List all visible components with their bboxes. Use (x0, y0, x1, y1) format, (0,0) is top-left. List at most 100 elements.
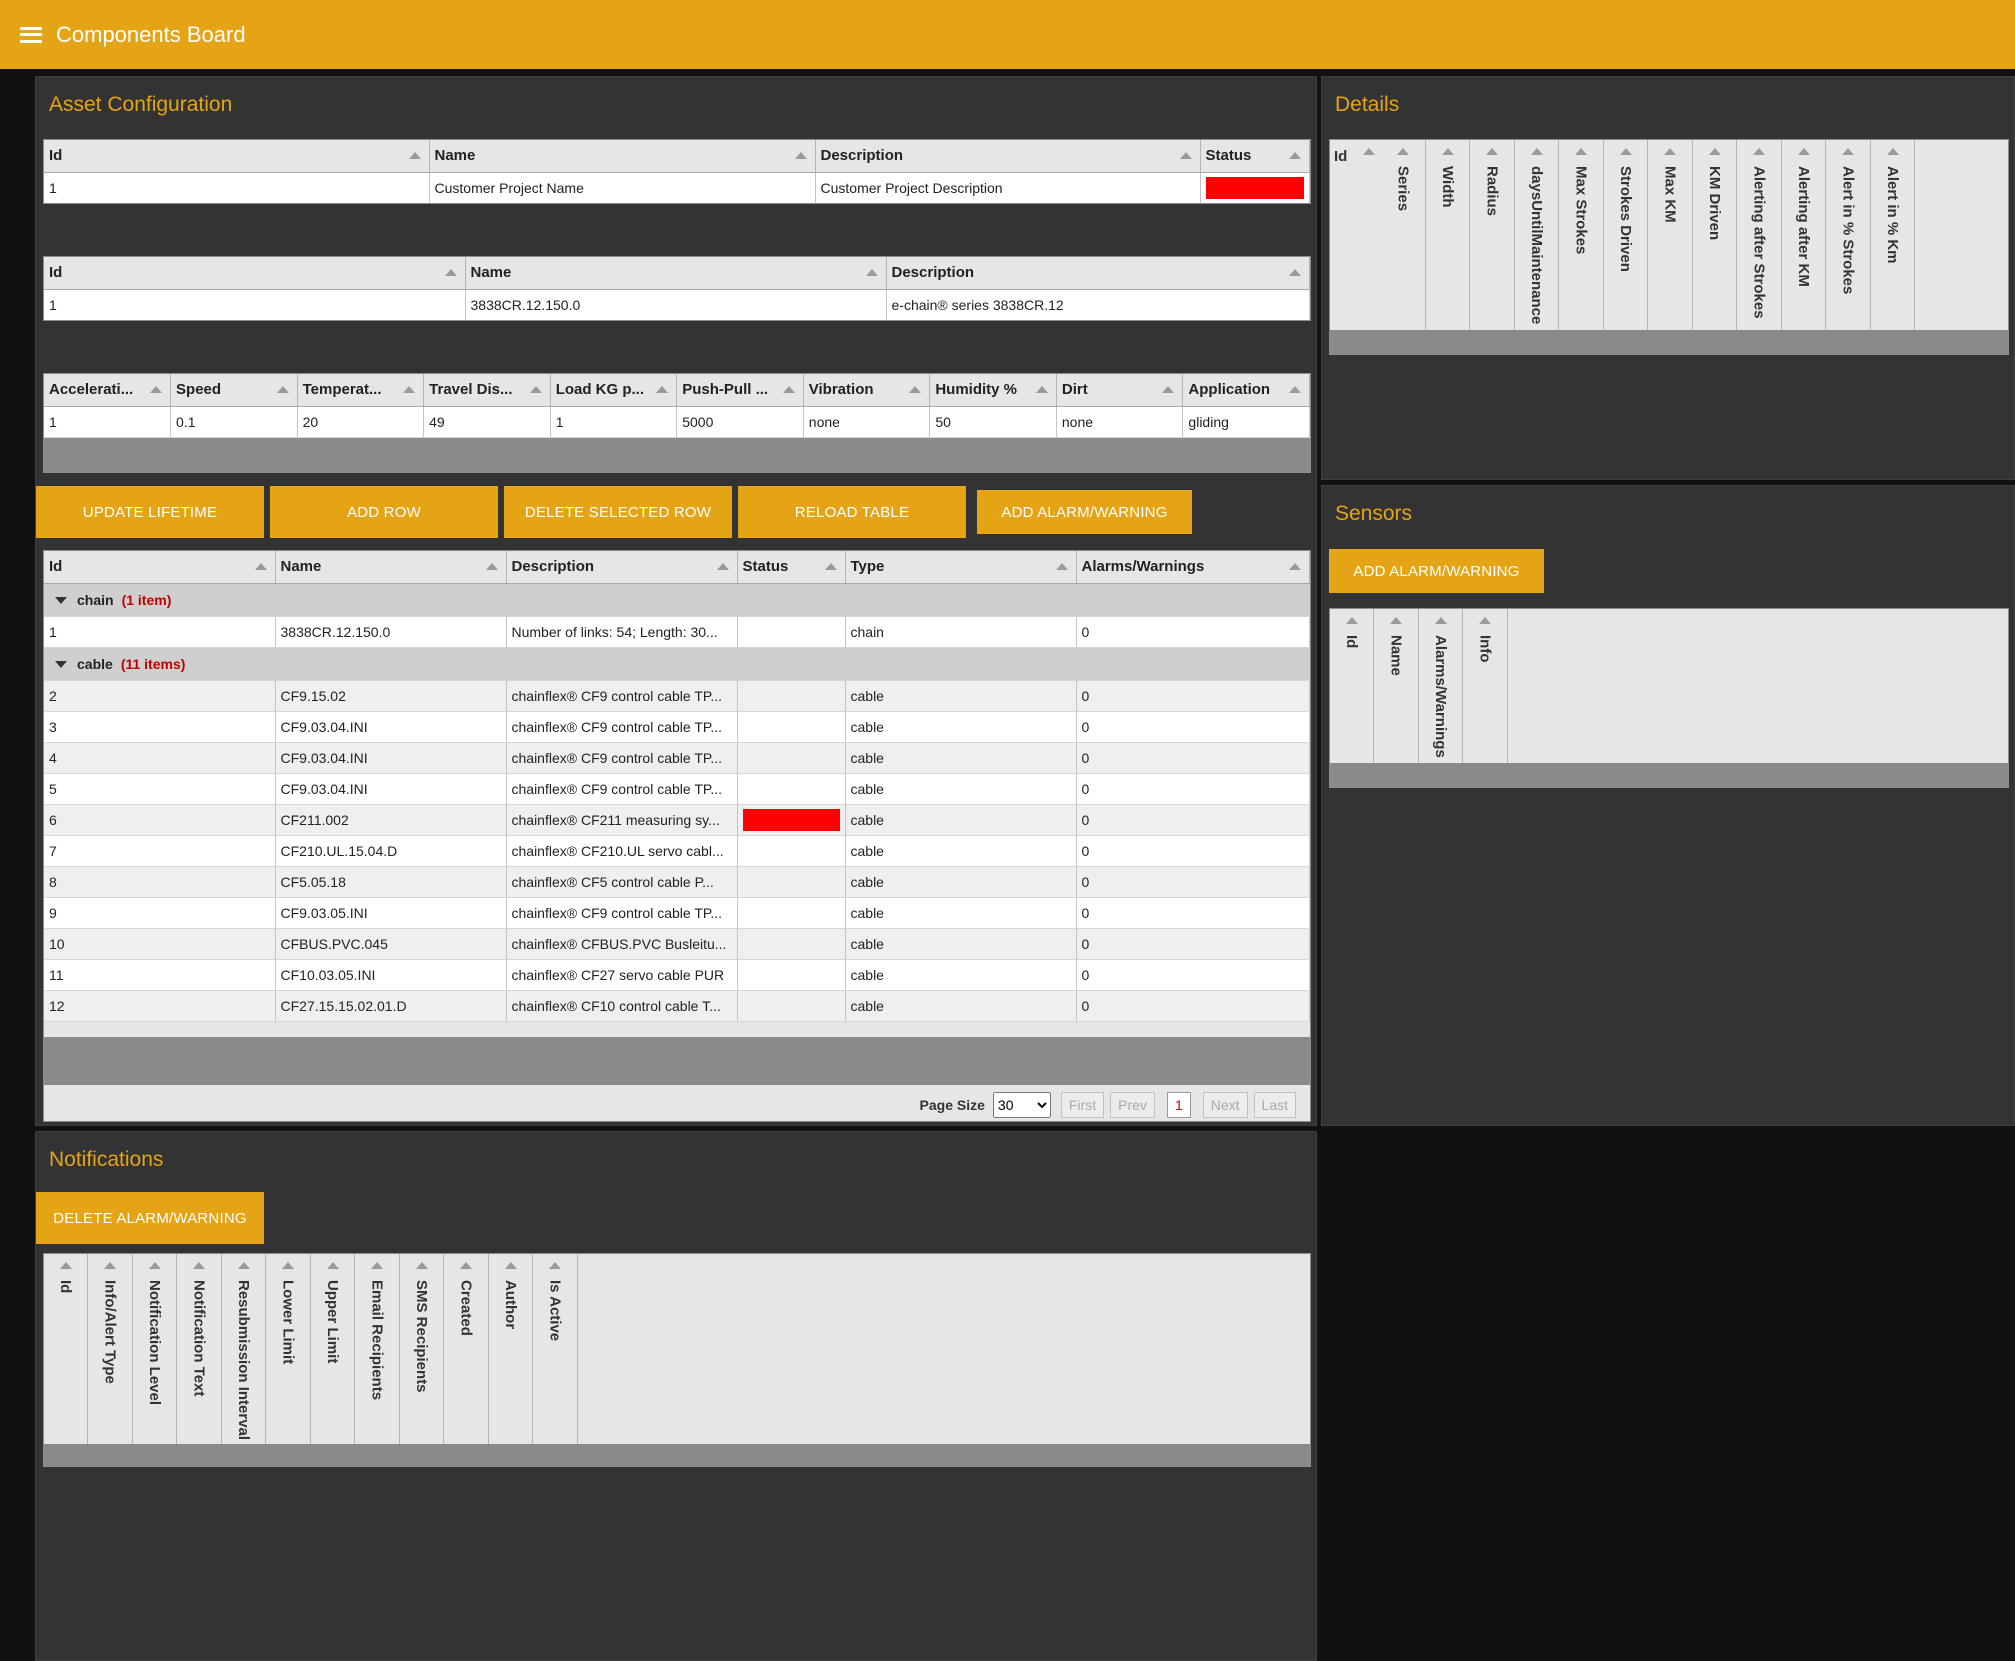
table-row[interactable]: 1 0.1 20 49 1 5000 none 50 none gliding (44, 406, 1310, 438)
add-alarm-warning-button[interactable]: ADD ALARM/WARNING (977, 490, 1192, 534)
column-header[interactable]: Travel Dis... (423, 374, 551, 407)
column-header[interactable]: Info (1463, 609, 1508, 787)
first-page-button[interactable]: First (1060, 1092, 1105, 1118)
column-header[interactable]: Lower Limit (266, 1254, 311, 1466)
column-header[interactable]: Id (44, 140, 430, 173)
column-header[interactable]: Resubmission Interval (222, 1254, 266, 1466)
column-header[interactable]: Notification Text (177, 1254, 222, 1466)
group-name: chain (77, 591, 114, 608)
column-header[interactable]: Name (429, 140, 816, 173)
column-header[interactable]: Email Recipients (355, 1254, 400, 1466)
column-header[interactable]: Alert in % Strokes (1826, 140, 1871, 354)
delete-alarm-warning-button[interactable]: DELETE ALARM/WARNING (36, 1192, 264, 1244)
table-cell: gliding (1182, 406, 1310, 438)
current-page-button[interactable]: 1 (1166, 1092, 1191, 1118)
table-row[interactable]: 1 3838CR.12.150.0 Number of links: 54; L… (44, 616, 1310, 648)
table-row[interactable]: 4 CF9.03.04.INI chainflex® CF9 control c… (44, 742, 1310, 774)
table-row[interactable]: 5 CF9.03.04.INI chainflex® CF9 control c… (44, 773, 1310, 805)
table-row[interactable]: 8 CF5.05.18 chainflex® CF5 control cable… (44, 866, 1310, 898)
sort-arrow-icon (909, 386, 922, 393)
column-header[interactable]: Max Strokes (1559, 140, 1604, 354)
column-header[interactable]: KM Driven (1693, 140, 1737, 354)
column-header[interactable]: Series (1381, 140, 1426, 354)
reload-table-button[interactable]: RELOAD TABLE (738, 486, 966, 538)
column-header[interactable]: Id (44, 1254, 88, 1466)
column-header[interactable]: Alerting after Strokes (1737, 140, 1782, 354)
column-header[interactable]: Speed (170, 374, 298, 407)
collapse-caret-icon[interactable] (55, 660, 67, 668)
column-header[interactable]: Info/Alert Type (88, 1254, 133, 1466)
column-header[interactable]: Accelerati... (44, 374, 172, 407)
table-row[interactable]: 10 CFBUS.PVC.045 chainflex® CFBUS.PVC Bu… (44, 928, 1310, 960)
column-header[interactable]: Status (737, 551, 846, 584)
cell-status (737, 804, 846, 836)
sort-arrow-icon (371, 1262, 383, 1269)
cell-type: cable (845, 680, 1077, 712)
group-header[interactable]: cable (11 items) (44, 647, 1310, 681)
column-header[interactable]: Max KM (1648, 140, 1693, 354)
prev-page-button[interactable]: Prev (1110, 1092, 1155, 1118)
last-page-button[interactable]: Last (1253, 1092, 1296, 1118)
cell-id: 4 (44, 742, 276, 774)
column-header[interactable]: Author (489, 1254, 533, 1466)
column-header[interactable]: Alert in % Km (1871, 140, 1915, 354)
column-header[interactable]: Vibration (803, 374, 931, 407)
table-row[interactable]: 1 3838CR.12.150.0 e-chain® series 3838CR… (44, 289, 1310, 320)
column-header[interactable]: Is Active (533, 1254, 578, 1466)
sort-arrow-icon (193, 1262, 205, 1269)
column-header[interactable]: Name (1374, 609, 1419, 787)
page-size-select[interactable]: 30 (992, 1092, 1051, 1118)
column-header[interactable]: Name (465, 257, 887, 290)
sort-arrow-icon (1441, 148, 1454, 155)
table-row[interactable]: 3 CF9.03.04.INI chainflex® CF9 control c… (44, 711, 1310, 743)
column-header[interactable]: Dirt (1056, 374, 1184, 407)
column-header[interactable]: Push-Pull ... (676, 374, 804, 407)
column-header[interactable]: Alerting after KM (1782, 140, 1826, 354)
column-header[interactable]: Alarms/Warnings (1419, 609, 1463, 787)
column-header[interactable]: Created (444, 1254, 489, 1466)
table-row[interactable]: 7 CF210.UL.15.04.D chainflex® CF210.UL s… (44, 835, 1310, 867)
column-header[interactable]: Type (845, 551, 1077, 584)
column-header[interactable]: Notification Level (133, 1254, 177, 1466)
delete-selected-row-button[interactable]: DELETE SELECTED ROW (504, 486, 732, 538)
group-row-chain[interactable]: chain (1 item) (44, 583, 1310, 617)
table-row[interactable]: 1 Customer Project Name Customer Project… (44, 172, 1310, 203)
sort-arrow-icon (549, 1262, 561, 1269)
column-header[interactable]: Strokes Driven (1604, 140, 1648, 354)
table-row[interactable]: 12 CF27.15.15.02.01.D chainflex® CF10 co… (44, 990, 1310, 1022)
column-header[interactable]: Width (1426, 140, 1470, 354)
column-header[interactable]: Status (1200, 140, 1310, 173)
column-header[interactable]: Id (44, 551, 276, 584)
column-header[interactable]: daysUntilMaintenance (1515, 140, 1559, 354)
column-header[interactable]: Radius (1470, 140, 1515, 354)
next-page-button[interactable]: Next (1202, 1092, 1248, 1118)
column-header[interactable]: Upper Limit (311, 1254, 355, 1466)
table-row[interactable]: 9 CF9.03.05.INI chainflex® CF9 control c… (44, 897, 1310, 929)
table-row[interactable]: 6 CF211.002 chainflex® CF211 measuring s… (44, 804, 1310, 836)
cell-name: Customer Project Name (429, 172, 816, 203)
column-header[interactable]: SMS Recipients (400, 1254, 444, 1466)
column-header-id[interactable]: Id (1330, 140, 1381, 354)
column-header[interactable]: Load KG p... (550, 374, 678, 407)
cell-alarms: 0 (1076, 804, 1310, 836)
column-header[interactable]: Description (506, 551, 738, 584)
column-header[interactable]: Application (1182, 374, 1310, 407)
group-header[interactable]: chain (1 item) (44, 583, 1310, 617)
column-header[interactable]: Alarms/Warnings (1076, 551, 1310, 584)
hamburger-menu-icon[interactable] (20, 26, 42, 43)
table-row[interactable]: 2 CF9.15.02 chainflex® CF9 control cable… (44, 680, 1310, 712)
add-row-button[interactable]: ADD ROW (270, 486, 498, 538)
column-header[interactable]: Humidity % (929, 374, 1057, 407)
column-header[interactable]: Name (275, 551, 507, 584)
collapse-caret-icon[interactable] (55, 596, 67, 604)
column-header[interactable]: Description (886, 257, 1310, 290)
add-alarm-warning-button[interactable]: ADD ALARM/WARNING (1329, 549, 1544, 593)
column-header[interactable]: Id (1330, 609, 1374, 787)
column-header[interactable]: Description (815, 140, 1201, 173)
table-row[interactable]: 11 CF10.03.05.INI chainflex® CF27 servo … (44, 959, 1310, 991)
update-lifetime-button[interactable]: UPDATE LIFETIME (36, 486, 264, 538)
column-header[interactable]: Temperat... (297, 374, 425, 407)
group-row-cable[interactable]: cable (11 items) (44, 647, 1310, 681)
table-cell: 49 (423, 406, 551, 438)
column-header[interactable]: Id (44, 257, 466, 290)
